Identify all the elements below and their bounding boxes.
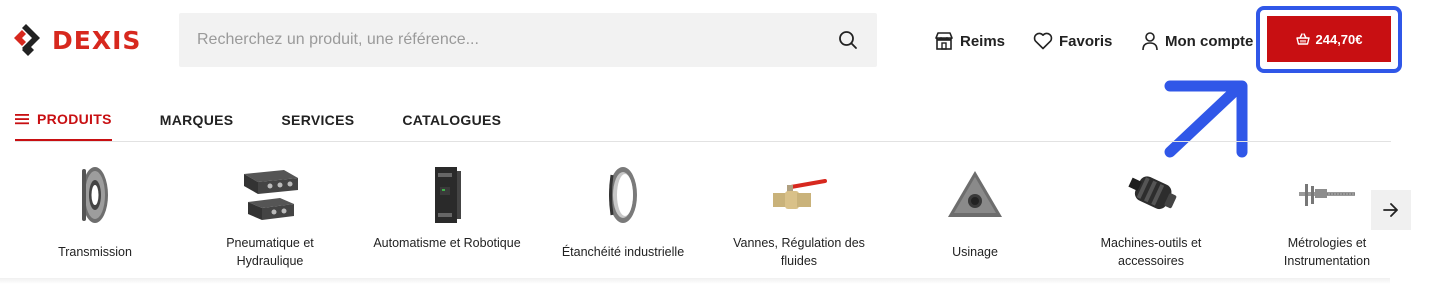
- drill-chuck-icon: [1128, 176, 1177, 210]
- carousel-next-button[interactable]: [1371, 190, 1411, 230]
- bearing-icon: [82, 167, 108, 223]
- category-pneumatique[interactable]: Pneumatique et Hydraulique: [185, 160, 355, 270]
- cutting-insert-icon: [948, 171, 1002, 217]
- main-nav: PRODUITS MARQUES SERVICES CATALOGUES: [15, 98, 549, 142]
- nav-divider: [15, 141, 1391, 142]
- category-label: Machines-outils et accessoires: [1100, 236, 1202, 268]
- cart-total: 244,70€: [1315, 31, 1363, 47]
- favorites-label: Favoris: [1059, 32, 1113, 50]
- category-usinage[interactable]: Usinage: [890, 160, 1060, 270]
- favorites-link[interactable]: Favoris: [1033, 30, 1112, 52]
- store-label: Reims: [960, 32, 1006, 50]
- arrow-annotation-icon: [1164, 80, 1248, 158]
- search-icon[interactable]: [837, 29, 859, 51]
- arrow-right-icon: [1383, 203, 1398, 217]
- category-label: Pneumatique et Hydraulique: [226, 236, 314, 268]
- category-etancheite[interactable]: Étanchéité industrielle: [538, 160, 708, 270]
- caliper-icon: [1299, 184, 1355, 206]
- tab-label: SERVICES: [281, 112, 355, 128]
- power-supply-icon: [435, 167, 461, 223]
- logo-text: DEXIS: [52, 25, 142, 55]
- category-label: Vannes, Régulation des fluides: [733, 236, 865, 268]
- pneumatic-valve-icon: [244, 170, 298, 220]
- dexis-logo-mark-icon: [14, 24, 40, 56]
- store-icon: [935, 32, 953, 50]
- category-label: Métrologies et Instrumentation: [1283, 236, 1371, 268]
- category-machines-outils[interactable]: Machines-outils et accessoires: [1066, 160, 1236, 270]
- tab-marques[interactable]: MARQUES: [160, 98, 234, 142]
- category-vannes[interactable]: Vannes, Régulation des fluides: [714, 160, 884, 270]
- page: DEXIS Reims Favoris Mon compte: [0, 0, 1443, 290]
- tab-catalogues[interactable]: CATALOGUES: [402, 98, 501, 142]
- cart-button[interactable]: 244,70€: [1267, 16, 1391, 62]
- search-input[interactable]: [197, 31, 837, 49]
- search-bar: [179, 13, 877, 67]
- category-label: Automatisme et Robotique: [373, 236, 521, 250]
- ball-valve-icon: [773, 179, 827, 209]
- tab-produits[interactable]: PRODUITS: [15, 98, 112, 142]
- section-shadow: [0, 278, 1390, 284]
- category-carousel: Transmission Pneumatique et Hydraulique: [10, 160, 1390, 278]
- store-selector[interactable]: Reims: [934, 30, 1005, 52]
- menu-icon: [15, 113, 29, 124]
- basket-icon: [1295, 33, 1310, 45]
- tab-services[interactable]: SERVICES: [281, 98, 354, 142]
- heart-icon: [1033, 32, 1053, 50]
- category-label: Étanchéité industrielle: [561, 245, 685, 259]
- tab-label: MARQUES: [159, 112, 234, 128]
- category-label: Transmission: [58, 245, 132, 259]
- seal-ring-icon: [609, 167, 637, 223]
- dexis-logo[interactable]: DEXIS: [14, 24, 141, 56]
- account-label: Mon compte: [1165, 32, 1254, 50]
- category-automatisme[interactable]: Automatisme et Robotique: [362, 160, 532, 270]
- tab-label: CATALOGUES: [402, 112, 502, 128]
- category-transmission[interactable]: Transmission: [10, 160, 180, 270]
- tab-label: PRODUITS: [37, 110, 112, 127]
- category-label: Usinage: [952, 245, 998, 259]
- user-icon: [1142, 32, 1158, 51]
- account-link[interactable]: Mon compte: [1141, 30, 1253, 52]
